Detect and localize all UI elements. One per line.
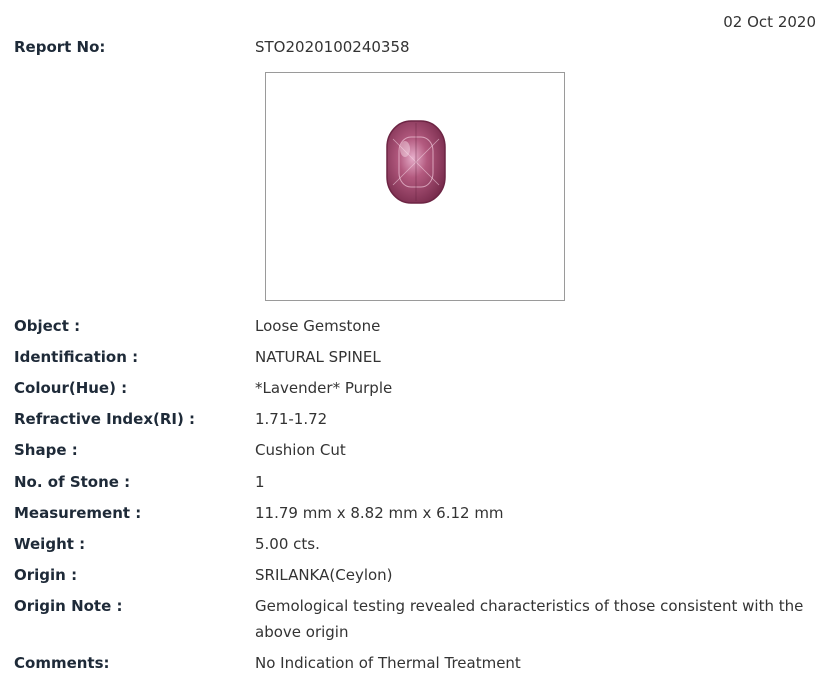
field-value: Cushion Cut bbox=[255, 441, 346, 459]
field-label: Comments: bbox=[14, 654, 110, 672]
field-value: Gemological testing revealed characteris… bbox=[255, 597, 804, 641]
field-label: Origin : bbox=[14, 566, 78, 584]
field-value: 1 bbox=[255, 473, 265, 491]
field-value: SRILANKA(Ceylon) bbox=[255, 566, 393, 584]
report-no-value: STO2020100240358 bbox=[255, 38, 410, 56]
field-label: Origin Note : bbox=[14, 597, 123, 615]
field-value: 1.71-1.72 bbox=[255, 410, 328, 428]
field-value: 5.00 cts. bbox=[255, 535, 320, 553]
field-value: Loose Gemstone bbox=[255, 317, 381, 335]
field-label: Shape : bbox=[14, 441, 78, 459]
field-label: No. of Stone : bbox=[14, 473, 131, 491]
gemstone-photo-icon bbox=[386, 120, 446, 204]
gemstone-photo-frame bbox=[265, 72, 565, 301]
field-value: NATURAL SPINEL bbox=[255, 348, 381, 366]
report-no-label: Report No: bbox=[14, 38, 106, 56]
field-label: Identification : bbox=[14, 348, 139, 366]
field-value: *Lavender* Purple bbox=[255, 379, 393, 397]
field-label: Weight : bbox=[14, 535, 86, 553]
field-label: Object : bbox=[14, 317, 81, 335]
field-label: Colour(Hue) : bbox=[14, 379, 128, 397]
field-label: Measurement : bbox=[14, 504, 142, 522]
field-value: 11.79 mm x 8.82 mm x 6.12 mm bbox=[255, 504, 504, 522]
field-value: No Indication of Thermal Treatment bbox=[255, 654, 521, 672]
report-date: 02 Oct 2020 bbox=[723, 13, 816, 31]
field-label: Refractive Index(RI) : bbox=[14, 410, 196, 428]
